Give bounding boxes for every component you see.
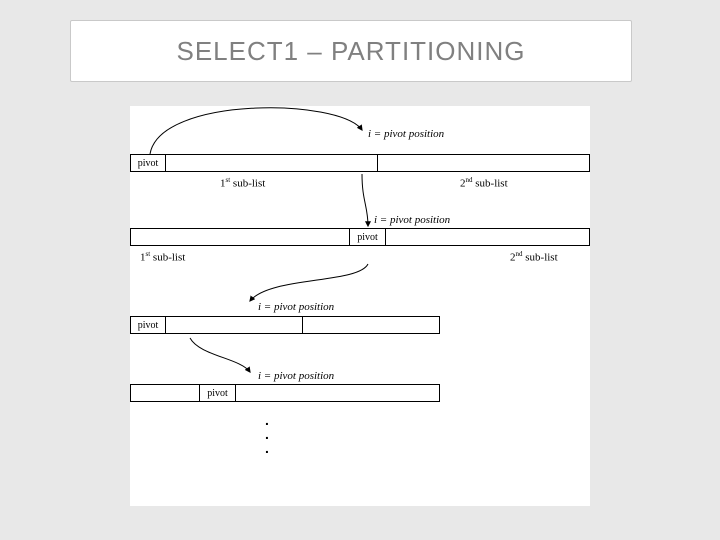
row1-right — [378, 154, 590, 172]
ellipsis-dot-2: . — [265, 430, 269, 438]
row4-left — [130, 384, 200, 402]
ellipsis-dot-3: . — [265, 444, 269, 452]
pivot-cell-2: pivot — [350, 228, 386, 246]
first-sublist-2: 1st sub-list — [140, 250, 185, 264]
pivot-cell-4: pivot — [200, 384, 236, 402]
second-sublist-1: 2nd sub-list — [460, 176, 508, 190]
pivot-cell-3: pivot — [130, 316, 166, 334]
row2-right — [386, 228, 590, 246]
slide-title: SELECT1 – PARTITIONING — [70, 20, 632, 82]
row3-left — [166, 316, 303, 334]
ellipsis-dot-1: . — [265, 416, 269, 424]
row4-right — [236, 384, 440, 402]
pivot-pos-label-1: i = pivot position — [368, 128, 444, 140]
first-sublist-1: 1st sub-list — [220, 176, 265, 190]
pivot-pos-label-3: i = pivot position — [258, 301, 334, 313]
pivot-pos-label-2: i = pivot position — [374, 214, 450, 226]
slide-title-text: SELECT1 – PARTITIONING — [176, 36, 525, 67]
partition-diagram: i = pivot position pivot 1st sub-list 2n… — [130, 106, 590, 506]
pivot-cell-1: pivot — [130, 154, 166, 172]
row1-left — [166, 154, 378, 172]
row2-left — [130, 228, 350, 246]
pivot-pos-label-4: i = pivot position — [258, 370, 334, 382]
second-sublist-2: 2nd sub-list — [510, 250, 558, 264]
row3-right — [303, 316, 440, 334]
